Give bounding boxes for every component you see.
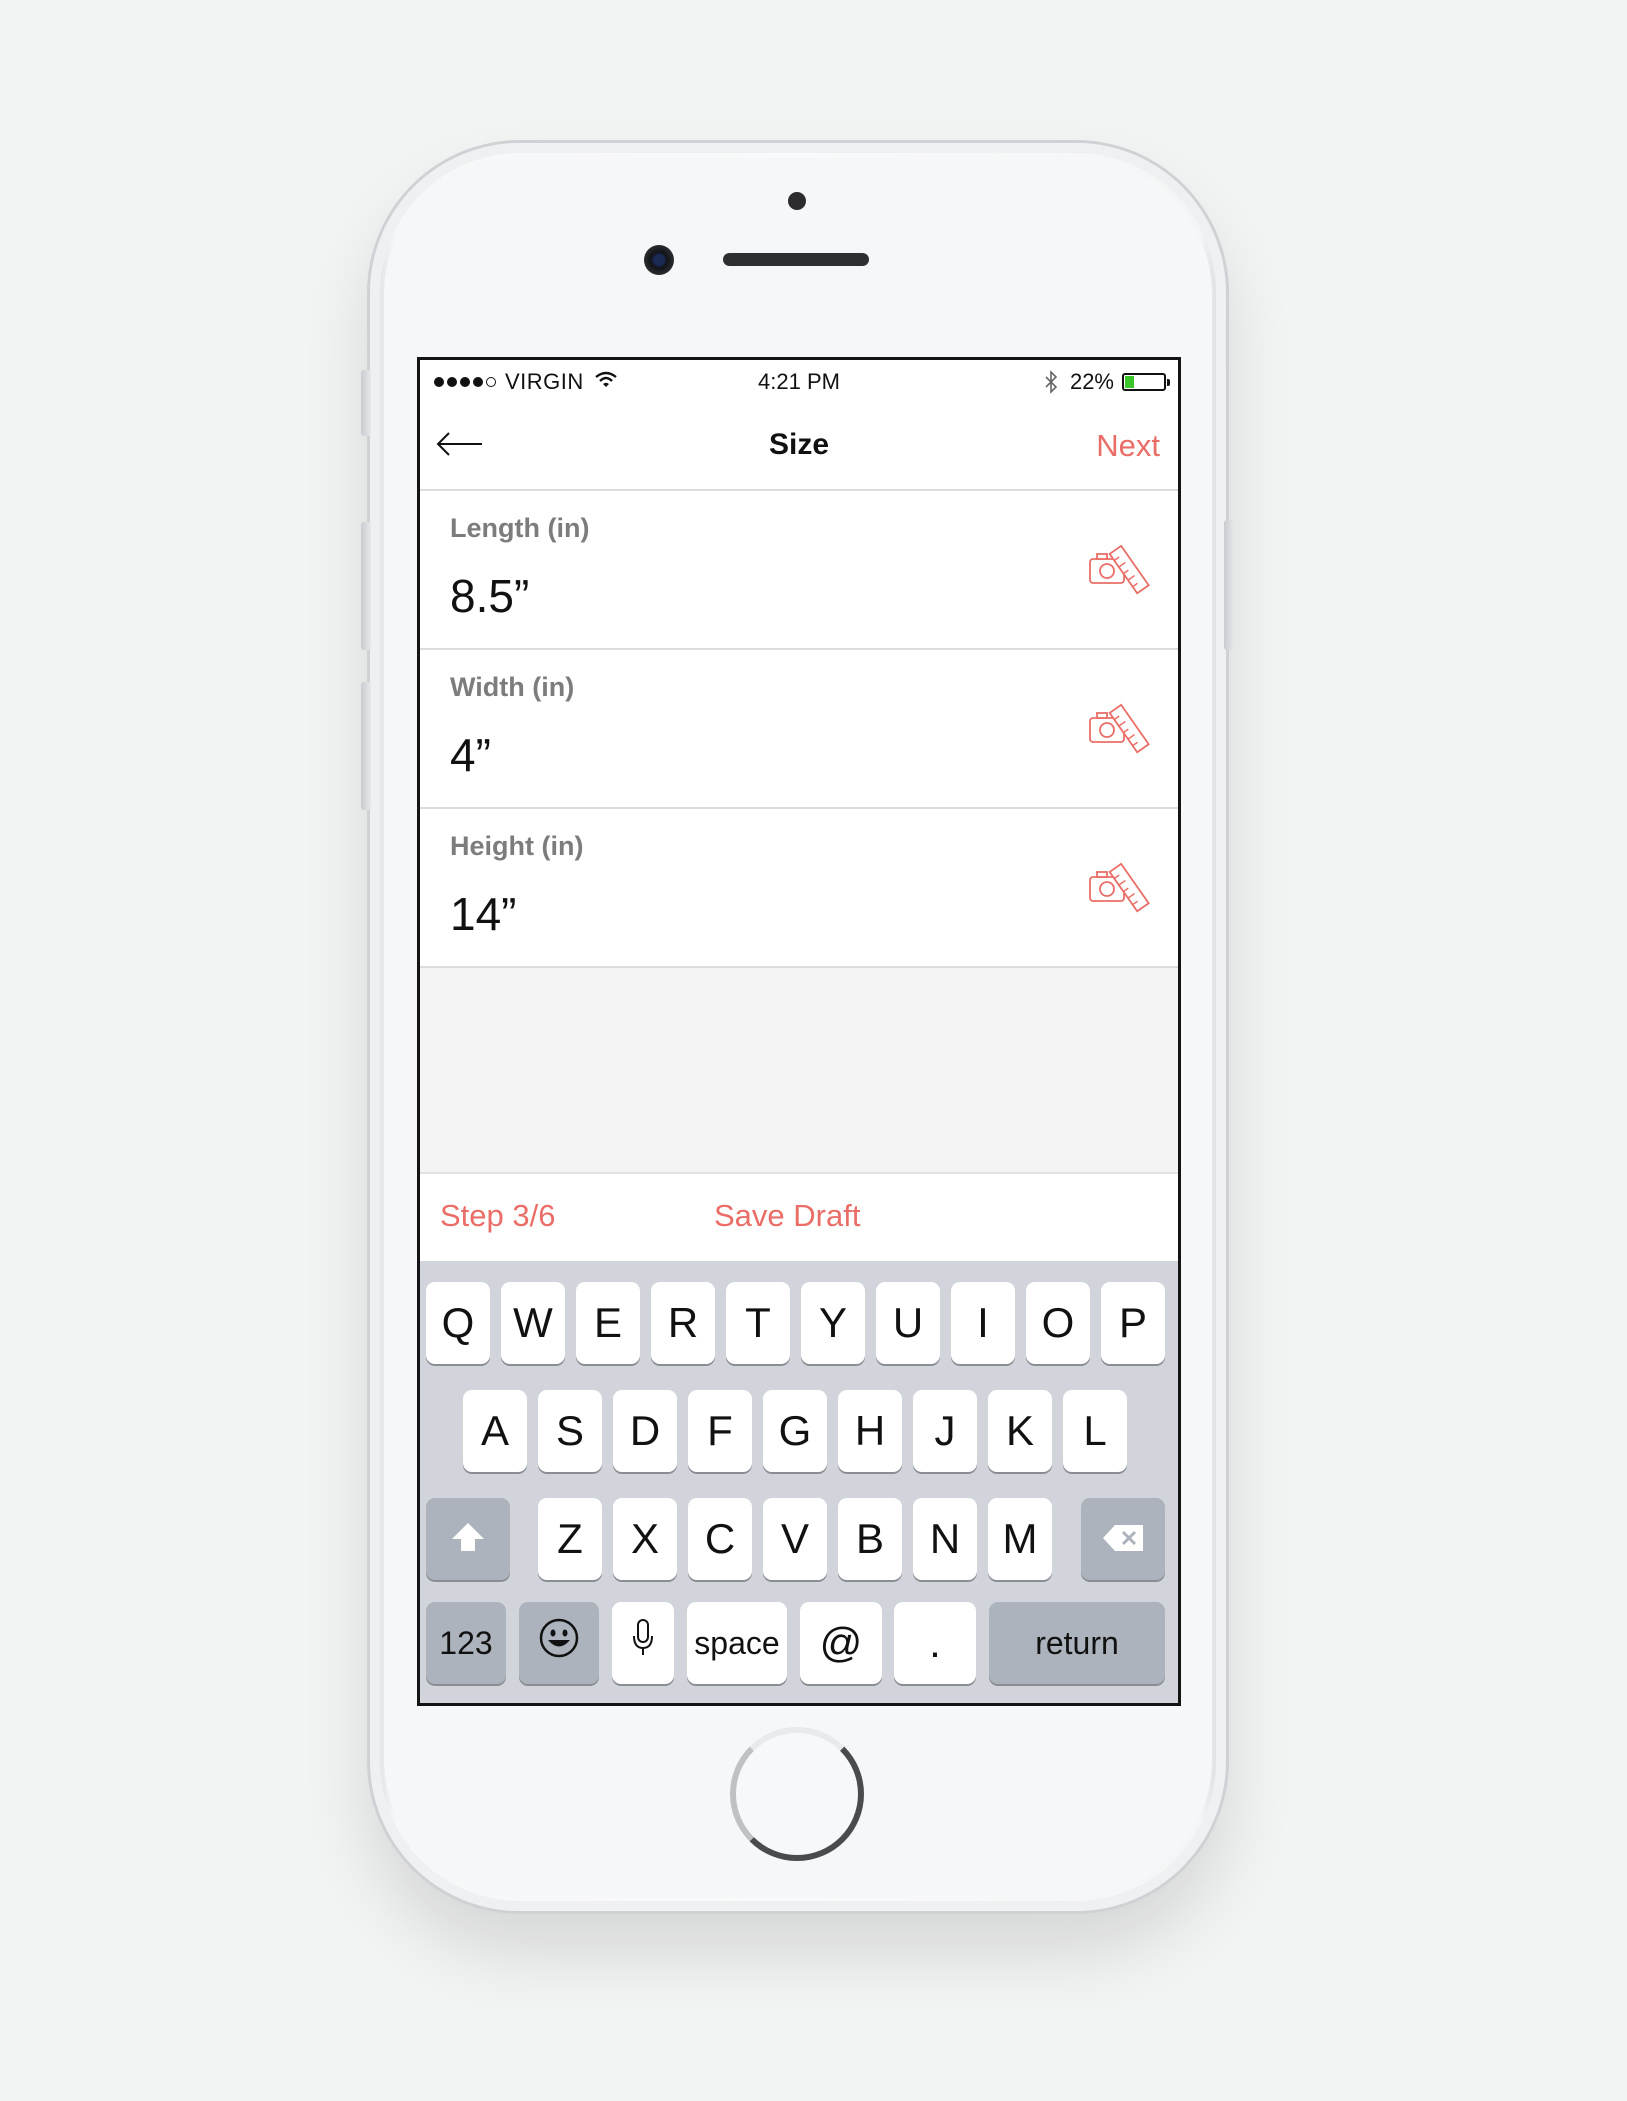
width-label: Width (in) <box>450 672 575 702</box>
key-d[interactable]: D <box>613 1390 677 1472</box>
height-input[interactable]: 14” <box>450 887 516 941</box>
key-p[interactable]: P <box>1101 1282 1165 1364</box>
key-q[interactable]: Q <box>426 1282 490 1364</box>
emoji-icon <box>539 1618 579 1668</box>
length-input[interactable]: 8.5” <box>450 569 529 623</box>
key-o[interactable]: O <box>1026 1282 1090 1364</box>
delete-icon <box>1101 1515 1145 1563</box>
dictation-key[interactable] <box>612 1602 674 1684</box>
key-l[interactable]: L <box>1063 1390 1127 1472</box>
step-indicator: Step 3/6 <box>440 1198 556 1233</box>
bluetooth-icon <box>1044 370 1058 394</box>
key-r[interactable]: R <box>651 1282 715 1364</box>
shift-key[interactable] <box>426 1498 510 1580</box>
key-k[interactable]: K <box>988 1390 1052 1472</box>
camera-ruler-icon[interactable] <box>1086 541 1150 597</box>
key-g[interactable]: G <box>763 1390 827 1472</box>
key-w[interactable]: W <box>501 1282 565 1364</box>
page-title: Size <box>768 428 830 461</box>
length-label: Length (in) <box>450 513 590 543</box>
camera-ruler-icon[interactable] <box>1086 859 1150 915</box>
at-key[interactable]: @ <box>800 1602 882 1684</box>
width-field-row[interactable]: Width (in) 4” <box>420 650 1178 809</box>
navigation-bar: Size Next <box>420 404 1178 491</box>
height-field-row[interactable]: Height (in) 14” <box>420 809 1178 968</box>
earpiece-speaker <box>723 253 869 266</box>
content-background <box>420 968 1178 1174</box>
front-camera <box>644 245 674 275</box>
key-m[interactable]: M <box>988 1498 1052 1580</box>
key-a[interactable]: A <box>463 1390 527 1472</box>
key-i[interactable]: I <box>951 1282 1015 1364</box>
key-h[interactable]: H <box>838 1390 902 1472</box>
key-s[interactable]: S <box>538 1390 602 1472</box>
status-bar: VIRGIN 4:21 PM 22% <box>420 360 1178 404</box>
battery-level <box>1125 376 1134 388</box>
volume-down-button <box>361 682 371 810</box>
key-t[interactable]: T <box>726 1282 790 1364</box>
key-j[interactable]: J <box>913 1390 977 1472</box>
proximity-sensor <box>788 192 806 210</box>
battery-icon <box>1122 373 1170 391</box>
length-field-row[interactable]: Length (in) 8.5” <box>420 491 1178 650</box>
status-right: 22% <box>1044 369 1170 395</box>
save-draft-button[interactable]: Save Draft <box>714 1198 860 1234</box>
delete-key[interactable] <box>1081 1498 1165 1580</box>
shift-icon <box>450 1515 486 1563</box>
key-e[interactable]: E <box>576 1282 640 1364</box>
key-v[interactable]: V <box>763 1498 827 1580</box>
screen: VIRGIN 4:21 PM 22% Size Next Length (in)… <box>417 357 1181 1706</box>
key-n[interactable]: N <box>913 1498 977 1580</box>
emoji-key[interactable] <box>519 1602 599 1684</box>
battery-percent: 22% <box>1069 369 1114 394</box>
height-label: Height (in) <box>450 831 584 861</box>
microphone-icon <box>631 1618 655 1668</box>
period-key[interactable]: . <box>894 1602 976 1684</box>
next-button[interactable]: Next <box>1096 428 1160 464</box>
camera-ruler-icon[interactable] <box>1086 700 1150 756</box>
key-b[interactable]: B <box>838 1498 902 1580</box>
return-key[interactable]: return <box>989 1602 1165 1684</box>
silent-switch <box>361 370 371 436</box>
width-input[interactable]: 4” <box>450 728 491 782</box>
key-c[interactable]: C <box>688 1498 752 1580</box>
keyboard: Q W E R T Y U I O P A S D F G H J K L Z … <box>420 1261 1178 1703</box>
home-button[interactable] <box>730 1727 864 1861</box>
key-z[interactable]: Z <box>538 1498 602 1580</box>
key-f[interactable]: F <box>688 1390 752 1472</box>
key-y[interactable]: Y <box>801 1282 865 1364</box>
key-u[interactable]: U <box>876 1282 940 1364</box>
footer-bar: Step 3/6 Save Draft <box>420 1174 1178 1261</box>
key-x[interactable]: X <box>613 1498 677 1580</box>
numbers-key[interactable]: 123 <box>426 1602 506 1684</box>
power-button <box>1224 520 1234 650</box>
space-key[interactable]: space <box>687 1602 787 1684</box>
volume-up-button <box>361 522 371 650</box>
